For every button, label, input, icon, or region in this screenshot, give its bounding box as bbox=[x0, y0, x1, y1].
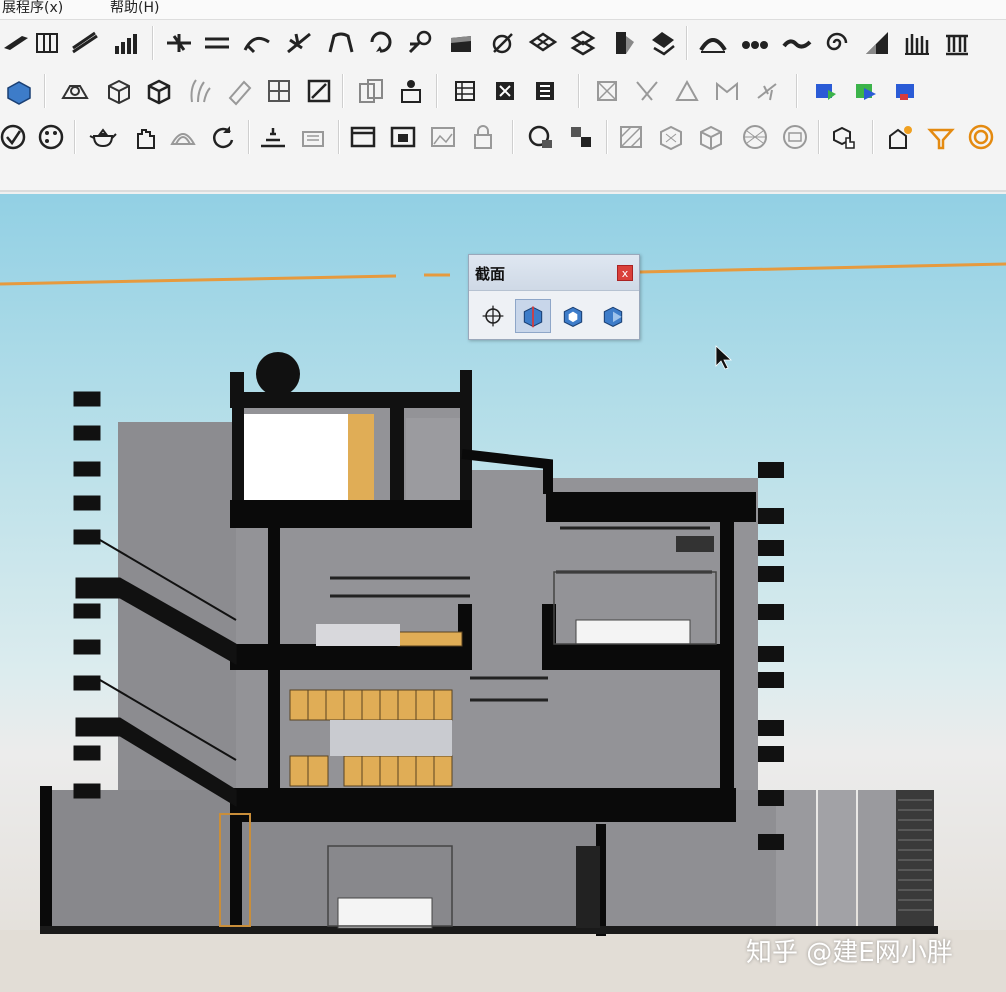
arc-bridge-icon[interactable] bbox=[696, 26, 730, 60]
section-fill-icon[interactable] bbox=[595, 299, 631, 333]
box-edit-icon[interactable] bbox=[142, 74, 176, 108]
mouse-cursor-icon bbox=[715, 345, 733, 370]
section-cut-icon[interactable] bbox=[555, 299, 591, 333]
texture-d-icon[interactable] bbox=[738, 120, 772, 154]
box-icon[interactable] bbox=[102, 74, 136, 108]
window-frame-icon[interactable] bbox=[386, 120, 420, 154]
toolbar-row-2 bbox=[0, 68, 1006, 114]
door-icon[interactable] bbox=[606, 26, 640, 60]
texture-e-icon[interactable] bbox=[778, 120, 812, 154]
filter-icon[interactable] bbox=[924, 120, 958, 154]
roof-tool-icon[interactable] bbox=[0, 26, 34, 60]
wave-icon[interactable] bbox=[780, 26, 814, 60]
star-b-icon[interactable] bbox=[670, 74, 704, 108]
star-a-icon[interactable] bbox=[630, 74, 664, 108]
window-icon[interactable] bbox=[346, 120, 380, 154]
offset-icon[interactable] bbox=[200, 26, 234, 60]
pencil-icon[interactable] bbox=[222, 74, 256, 108]
material-icon[interactable] bbox=[0, 120, 30, 154]
table-icon[interactable] bbox=[448, 74, 482, 108]
house-sun-icon[interactable] bbox=[884, 120, 918, 154]
palette-icon[interactable] bbox=[34, 120, 68, 154]
close-icon[interactable]: x bbox=[617, 265, 633, 281]
terrain-icon[interactable] bbox=[256, 120, 290, 154]
table-mold-icon[interactable] bbox=[528, 74, 562, 108]
section-plane-icon[interactable] bbox=[475, 299, 511, 333]
section-display-icon[interactable] bbox=[515, 299, 551, 333]
sphere-icon[interactable] bbox=[524, 120, 558, 154]
edit-box-icon[interactable] bbox=[302, 74, 336, 108]
watermark-text: 知乎 @建E网小胖 bbox=[746, 938, 953, 968]
teapot-icon[interactable] bbox=[86, 120, 120, 154]
refresh-icon[interactable] bbox=[206, 120, 240, 154]
arc-tool-icon[interactable] bbox=[324, 26, 358, 60]
render-b-icon[interactable] bbox=[848, 74, 882, 108]
dome-icon[interactable] bbox=[166, 120, 200, 154]
cube-move-icon[interactable] bbox=[564, 120, 598, 154]
cube-blue-icon[interactable] bbox=[2, 74, 36, 108]
grass-icon[interactable] bbox=[900, 26, 934, 60]
edit-curve-icon[interactable] bbox=[486, 26, 520, 60]
section-panel-title: 截面 bbox=[475, 265, 506, 283]
follow-me-icon[interactable] bbox=[404, 26, 438, 60]
columns-icon[interactable] bbox=[940, 26, 974, 60]
star-outline-icon[interactable] bbox=[590, 74, 624, 108]
texture-b-icon[interactable] bbox=[654, 120, 688, 154]
transform-icon[interactable] bbox=[566, 26, 600, 60]
curve-tool-icon[interactable] bbox=[240, 26, 274, 60]
target-icon[interactable] bbox=[964, 120, 998, 154]
texture-c-icon[interactable] bbox=[694, 120, 728, 154]
render-c-icon[interactable] bbox=[888, 74, 922, 108]
sandbox-icon[interactable] bbox=[296, 120, 330, 154]
toolbar-row-3 bbox=[0, 114, 1006, 160]
menu-bar: 展程序(x) 帮助(H) bbox=[0, 0, 1006, 20]
stair-tool-icon[interactable] bbox=[68, 26, 102, 60]
surface-icon[interactable] bbox=[444, 26, 478, 60]
texture-a-icon[interactable] bbox=[614, 120, 648, 154]
render-a-icon[interactable] bbox=[808, 74, 842, 108]
spiral-icon[interactable] bbox=[820, 26, 854, 60]
branch-tool-icon[interactable] bbox=[282, 26, 316, 60]
star-c-icon[interactable] bbox=[710, 74, 744, 108]
cube-hand-icon[interactable] bbox=[828, 120, 862, 154]
section-view-icon[interactable] bbox=[58, 74, 92, 108]
grid-icon[interactable] bbox=[262, 74, 296, 108]
section-panel-titlebar[interactable]: 截面 x bbox=[469, 255, 639, 291]
person-icon[interactable] bbox=[394, 74, 428, 108]
plant-icon[interactable] bbox=[182, 74, 216, 108]
utility-shaft bbox=[576, 846, 600, 928]
section-panel: 截面 x bbox=[468, 254, 640, 340]
lock-icon[interactable] bbox=[466, 120, 500, 154]
menu-item-extensions[interactable]: 展程序(x) bbox=[2, 0, 63, 17]
bar-chart-icon[interactable] bbox=[110, 26, 144, 60]
chain-icon[interactable] bbox=[738, 26, 772, 60]
copy-icon[interactable] bbox=[354, 74, 388, 108]
rotate-tool-icon[interactable] bbox=[364, 26, 398, 60]
building-walls bbox=[42, 408, 934, 926]
rooftop-room bbox=[230, 352, 472, 504]
line-split-icon[interactable] bbox=[162, 26, 196, 60]
toolbar-row-1 bbox=[0, 20, 1006, 68]
wall-tool-icon[interactable] bbox=[30, 26, 64, 60]
menu-item-help[interactable]: 帮助(H) bbox=[110, 0, 159, 17]
toolbar-spacer bbox=[0, 160, 1006, 192]
paint-icon[interactable] bbox=[646, 26, 680, 60]
star-d-icon[interactable] bbox=[750, 74, 784, 108]
slope-icon[interactable] bbox=[860, 26, 894, 60]
image-icon[interactable] bbox=[426, 120, 460, 154]
table-text-icon[interactable] bbox=[488, 74, 522, 108]
hand-icon[interactable] bbox=[128, 120, 162, 154]
mesh-icon[interactable] bbox=[526, 26, 560, 60]
